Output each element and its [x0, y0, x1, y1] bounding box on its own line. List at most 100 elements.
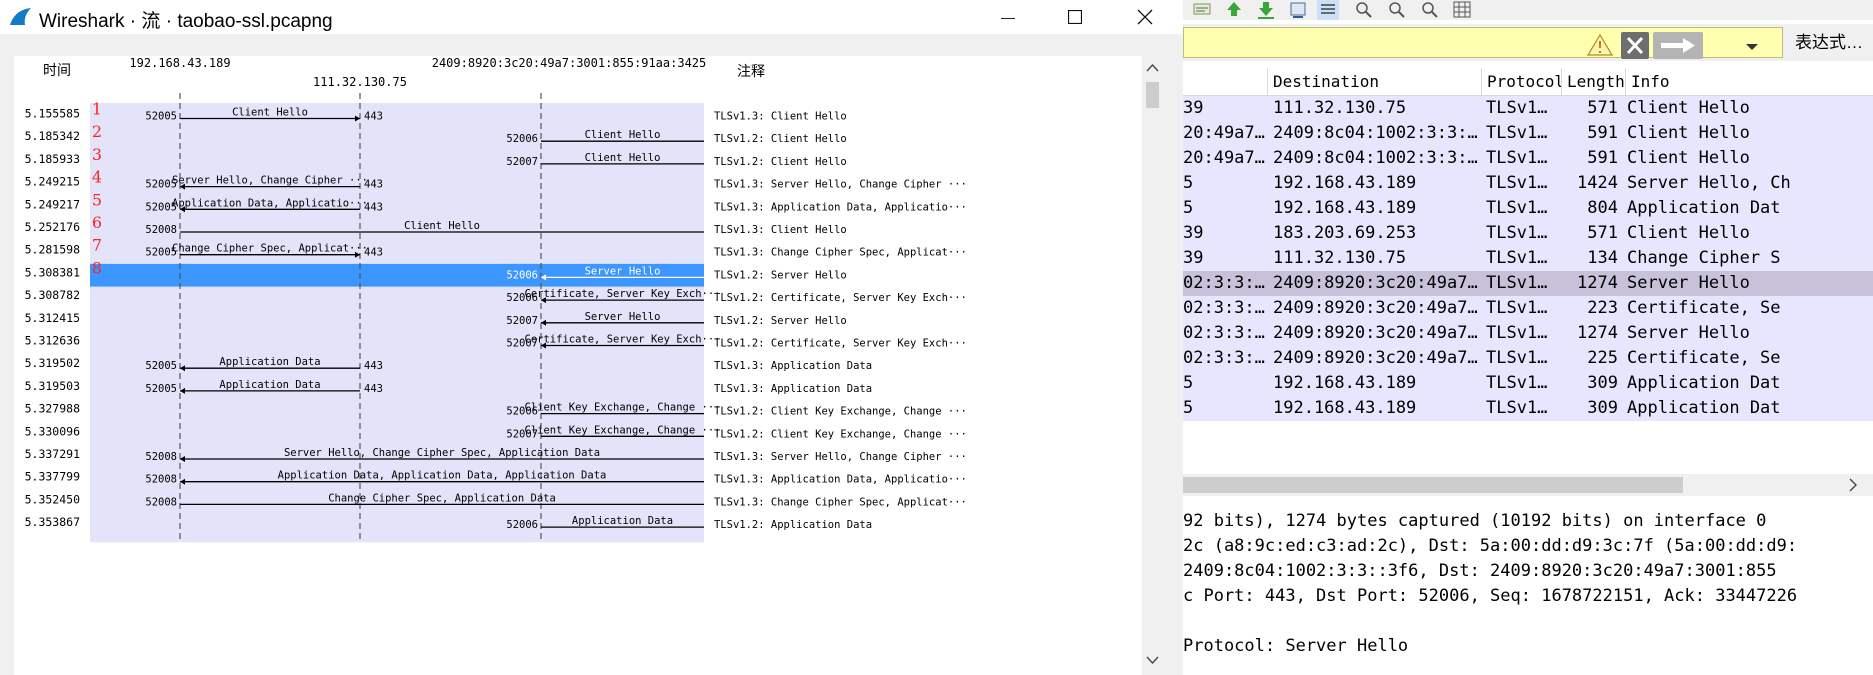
packet-row[interactable]: 02:3:3:… 2409:8920:3c20:49a7… TLSv1… 1274 Se… [1183, 271, 1873, 296]
jump-to-packet-icon[interactable] [1191, 0, 1213, 20]
src-port: 52006 [506, 519, 538, 531]
flow-label: Application Data [572, 515, 673, 527]
colorize-icon[interactable] [1317, 0, 1339, 20]
dst-port: 443 [364, 201, 383, 213]
packet-row[interactable]: 02:3:3:… 2409:8920:3c20:49a7… TLSv1… 1274 Se… [1183, 321, 1873, 346]
packet-destination: 2409:8920:3c20:49a7… [1273, 298, 1478, 318]
column-header-source[interactable] [1183, 68, 1268, 95]
resize-columns-icon[interactable] [1451, 0, 1473, 20]
packet-destination: 183.203.69.253 [1273, 223, 1417, 243]
packet-details: 92 bits), 1274 bytes captured (10192 bit… [1183, 504, 1873, 675]
packet-length: 571 [1587, 98, 1618, 118]
row-number-marker: 2 [92, 122, 102, 141]
flow-label: Client Key Exchange, Change ··· [525, 402, 721, 414]
column-header-destination[interactable]: Destination [1268, 68, 1482, 95]
packet-info: Change Cipher S [1627, 248, 1781, 268]
chevron-down-icon[interactable] [1740, 34, 1764, 58]
vertical-scrollbar[interactable] [1143, 56, 1162, 675]
packet-info: Server Hello [1627, 323, 1750, 343]
packet-row[interactable]: 39 111.32.130.75 TLSv1… 571 Client Hello [1183, 96, 1873, 121]
packet-time: 5.281598 [25, 243, 80, 257]
column-header-info[interactable]: Info [1626, 68, 1873, 95]
close-button[interactable] [1115, 0, 1175, 34]
scrollbar-thumb[interactable] [1146, 82, 1159, 108]
packet-row[interactable]: 5 192.168.43.189 TLSv1… 804 Application Dat [1183, 196, 1873, 221]
packet-source: 02:3:3:… [1183, 323, 1265, 343]
flow-label: Server Hello [585, 311, 661, 323]
minimize-button[interactable]: — [978, 0, 1038, 34]
detail-line[interactable]: Protocol: Server Hello [1183, 631, 1408, 661]
flow-comment: TLSv1.3: Server Hello, Change Cipher ··· [714, 451, 967, 463]
packet-time: 5.308381 [25, 265, 80, 279]
packet-destination: 192.168.43.189 [1273, 173, 1417, 193]
packet-row[interactable]: 5 192.168.43.189 TLSv1… 1424 Server Hello, C… [1183, 171, 1873, 196]
packet-length: 571 [1587, 223, 1618, 243]
main-toolbar [1183, 0, 1873, 20]
zoom-out-icon[interactable] [1386, 0, 1408, 20]
go-up-arrow-icon[interactable] [1223, 0, 1245, 20]
flow-comment: TLSv1.3: Change Cipher Spec, Applicat··· [714, 496, 967, 508]
scrollbar-thumb[interactable] [1183, 477, 1683, 493]
packet-row[interactable]: 39 183.203.69.253 TLSv1… 571 Client Hello [1183, 221, 1873, 246]
apply-filter-arrow-icon[interactable] [1653, 32, 1703, 59]
comment-column-header: 注释 [737, 64, 765, 80]
packet-row[interactable]: 02:3:3:… 2409:8920:3c20:49a7… TLSv1… 225 Cer… [1183, 346, 1873, 371]
flow-label: Change Cipher Spec, Application Data [328, 492, 556, 504]
title-separator: · [160, 11, 178, 32]
flow-comment: TLSv1.2: Server Hello [714, 315, 847, 327]
packet-time: 5.337799 [25, 470, 80, 484]
flow-comment: TLSv1.2: Client Key Exchange, Change ··· [714, 406, 967, 418]
flow-graph-canvas[interactable]: 时间 注释 192.168.43.189 111.32.130.75 2409:8920… [14, 56, 1142, 675]
go-down-arrow-icon[interactable] [1255, 0, 1277, 20]
flow-label: Server Hello, Change Cipher Spec, Applic… [284, 447, 600, 459]
packet-time: 5.337291 [25, 447, 80, 461]
packet-row[interactable]: 39 111.32.130.75 TLSv1… 134 Change Cipher S [1183, 246, 1873, 271]
packet-row[interactable]: 5 192.168.43.189 TLSv1… 309 Application Dat [1183, 396, 1873, 421]
display-filter-input[interactable] [1183, 27, 1783, 59]
flow-comment: TLSv1.3: Server Hello, Change Cipher ··· [714, 179, 967, 191]
column-header-protocol[interactable]: Protocol [1482, 68, 1562, 95]
flow-comment: TLSv1.3: Client Hello [714, 224, 847, 236]
packet-source: 5 [1183, 373, 1194, 393]
flow-label: Server Hello, Change Cipher ··· [172, 175, 368, 187]
packet-info: Certificate, Se [1627, 298, 1781, 318]
scroll-down-icon[interactable] [1143, 652, 1162, 668]
packet-destination: 192.168.43.189 [1273, 198, 1417, 218]
packet-protocol: TLSv1… [1486, 248, 1548, 268]
packet-protocol: TLSv1… [1486, 98, 1548, 118]
src-port: 52008 [145, 224, 177, 236]
packet-info: Application Dat [1627, 398, 1781, 418]
scroll-right-icon[interactable] [1843, 475, 1863, 495]
flow-graph-svg[interactable]: 时间 注释 192.168.43.189 111.32.130.75 2409:8920… [14, 56, 1142, 675]
title-app-name: Wireshark [39, 11, 125, 32]
flow-label: Certificate, Server Key Exch··· [525, 334, 721, 346]
zoom-reset-icon[interactable] [1419, 0, 1441, 20]
clear-filter-icon[interactable] [1621, 32, 1649, 59]
auto-scroll-icon[interactable] [1287, 0, 1309, 20]
packet-row[interactable]: 20:49a7… 2409:8c04:1002:3:3:… TLSv1… 591 Cli… [1183, 121, 1873, 146]
expression-button[interactable]: 表达式… [1783, 27, 1873, 58]
src-port: 52005 [145, 201, 177, 213]
packet-protocol: TLSv1… [1486, 123, 1548, 143]
flow-comment: TLSv1.2: Client Key Exchange, Change ··· [714, 428, 967, 440]
horizontal-scrollbar[interactable] [1183, 474, 1873, 496]
flow-label: Client Hello [232, 107, 308, 119]
flow-comment: TLSv1.2: Application Data [714, 519, 872, 531]
detail-line[interactable]: c Port: 443, Dst Port: 52006, Seq: 16787… [1183, 581, 1797, 611]
packet-row[interactable]: 20:49a7… 2409:8c04:1002:3:3:… TLSv1… 591 Cli… [1183, 146, 1873, 171]
src-port: 52005 [145, 360, 177, 372]
maximize-button[interactable] [1045, 0, 1105, 34]
column-header-length[interactable]: Length [1562, 68, 1626, 95]
packet-row[interactable]: 5 192.168.43.189 TLSv1… 309 Application Dat [1183, 371, 1873, 396]
scroll-up-icon[interactable] [1143, 60, 1162, 76]
packet-destination: 2409:8920:3c20:49a7… [1273, 348, 1478, 368]
packet-info: Client Hello [1627, 98, 1750, 118]
packet-row[interactable]: 02:3:3:… 2409:8920:3c20:49a7… TLSv1… 223 Cer… [1183, 296, 1873, 321]
packet-time: 5.330096 [25, 424, 80, 438]
flow-label: Application Data, Applicatio··· [172, 197, 368, 209]
src-port: 52006 [506, 269, 538, 281]
packet-destination: 192.168.43.189 [1273, 398, 1417, 418]
zoom-in-icon[interactable] [1353, 0, 1375, 20]
flow-label: Application Data [219, 356, 320, 368]
packet-destination: 192.168.43.189 [1273, 373, 1417, 393]
